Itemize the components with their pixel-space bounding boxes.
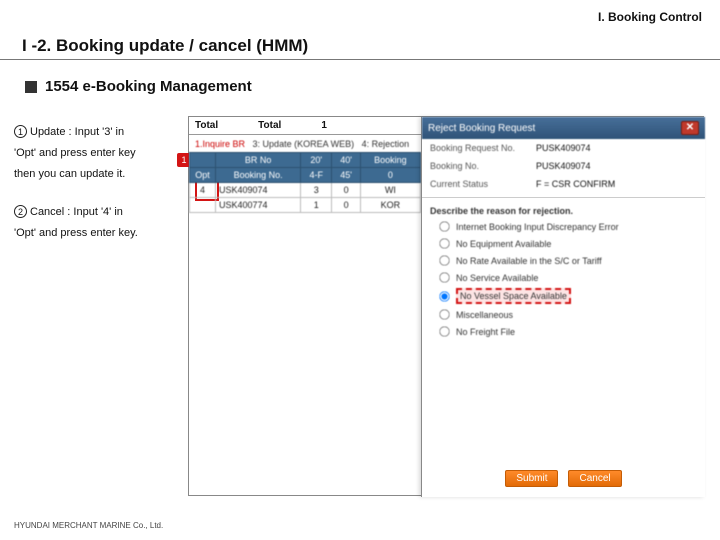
value: F = CSR CONFIRM (536, 179, 615, 189)
opt-cell[interactable]: 4 (190, 183, 216, 198)
reason-label: No Rate Available in the S/C or Tariff (456, 256, 602, 266)
note-word: Update : (30, 126, 72, 138)
subhead-row: 1554 e-Booking Management (25, 78, 252, 95)
instruction-cancel: 2Cancel : Input '4' in 'Opt' and press e… (14, 202, 179, 244)
kv-row: Booking Request No. PUSK409074 (422, 139, 705, 157)
table-header-row: BR No 20' 40' Booking (190, 153, 421, 168)
note-text: Input '4' in (73, 206, 122, 218)
col-placeholder (190, 153, 216, 168)
br-cell: USK409074 (216, 183, 301, 198)
page-title: I -2. Booking update / cancel (HMM) (22, 36, 308, 56)
col-45: 45' (332, 168, 360, 183)
note-word: Cancel : (30, 206, 70, 218)
col-booking: Booking (360, 153, 420, 168)
list-pane: Total Total 1 1.Inquire BR 3: Update (KO… (189, 117, 421, 495)
footer: HYUNDAI MERCHANT MARINE Co., Ltd. (14, 521, 163, 530)
c40-cell: 0 (332, 198, 360, 213)
col-br: BR No (216, 153, 301, 168)
circled-number-icon: 1 (14, 125, 27, 138)
table-row[interactable]: USK400774 1 0 KOR (190, 198, 421, 213)
booking-table: BR No 20' 40' Booking Opt Booking No. 4-… (189, 152, 421, 213)
radio-icon[interactable] (439, 221, 449, 231)
screenshot-frame: 1 2 Total Total 1 1.Inquire BR 3: Update… (188, 116, 704, 496)
circled-number-icon: 2 (14, 205, 27, 218)
reason-label: No Equipment Available (456, 239, 551, 249)
col-bkno: Booking No. (216, 168, 301, 183)
reject-dialog: Reject Booking Request ✕ Booking Request… (421, 117, 705, 497)
reason-label: Internet Booking Input Discrepancy Error (456, 222, 619, 232)
legend-rejection: 4: Rejection (362, 139, 410, 149)
note-text: 'Opt' and press enter key. (14, 227, 138, 239)
reason-label: Miscellaneous (456, 310, 513, 320)
reason-label: No Freight File (456, 327, 515, 337)
radio-icon[interactable] (439, 272, 449, 282)
kv-row: Booking No. PUSK409074 (422, 157, 705, 175)
value: PUSK409074 (536, 143, 591, 153)
radio-icon[interactable] (439, 255, 449, 265)
describe-heading: Describe the reason for rejection. (422, 202, 705, 218)
table-row[interactable]: 4 USK409074 3 0 WI (190, 183, 421, 198)
chapter-label: I. Booking Control (598, 10, 702, 24)
radio-icon[interactable] (439, 326, 449, 336)
close-icon[interactable]: ✕ (681, 121, 699, 135)
kv-row: Current Status F = CSR CONFIRM (422, 175, 705, 193)
label: Booking No. (430, 161, 530, 171)
dialog-buttons: Submit Cancel (422, 470, 705, 487)
total-mid: Total (258, 120, 281, 131)
total-row: Total Total 1 (189, 117, 421, 135)
submit-button[interactable]: Submit (505, 470, 558, 487)
br-cell: USK400774 (216, 198, 301, 213)
label: Current Status (430, 179, 530, 189)
note-text: Input '3' in (75, 126, 124, 138)
legend-update: 3: Update (KOREA WEB) (253, 139, 355, 149)
reason-option[interactable]: No Freight File (422, 323, 705, 340)
reason-label: No Vessel Space Available (456, 288, 571, 304)
value: PUSK409074 (536, 161, 591, 171)
subhead: 1554 e-Booking Management (45, 78, 252, 95)
c40-cell: 0 (332, 183, 360, 198)
legend-row: 1.Inquire BR 3: Update (KOREA WEB) 4: Re… (189, 135, 421, 152)
radio-icon[interactable] (439, 238, 449, 248)
note-text: 'Opt' and press enter key (14, 147, 136, 159)
legend-inquire: 1.Inquire BR (195, 139, 245, 149)
opt-cell[interactable] (190, 198, 216, 213)
reason-option-selected[interactable]: No Vessel Space Available (422, 286, 705, 306)
reason-option[interactable]: No Service Available (422, 269, 705, 286)
total-value: 1 (321, 120, 327, 131)
reason-label: No Service Available (456, 273, 538, 283)
total-label: Total (195, 120, 218, 131)
col-40: 40' (332, 153, 360, 168)
reason-option[interactable]: Miscellaneous (422, 306, 705, 323)
col-20: 20' (301, 153, 332, 168)
dialog-titlebar: Reject Booking Request ✕ (422, 117, 705, 139)
note-text: then you can update it. (14, 168, 125, 180)
c20-cell: 3 (301, 183, 332, 198)
label: Booking Request No. (430, 143, 530, 153)
col-zero: 0 (360, 168, 420, 183)
table-subheader-row: Opt Booking No. 4-F 45' 0 (190, 168, 421, 183)
reason-option[interactable]: Internet Booking Input Discrepancy Error (422, 218, 705, 235)
radio-icon[interactable] (439, 291, 449, 301)
col-4f: 4-F (301, 168, 332, 183)
title-divider (0, 59, 720, 60)
instruction-update: 1Update : Input '3' in 'Opt' and press e… (14, 122, 179, 185)
bullet-square-icon (25, 81, 37, 93)
divider (422, 197, 705, 198)
reason-option[interactable]: No Rate Available in the S/C or Tariff (422, 252, 705, 269)
col-opt: Opt (190, 168, 216, 183)
c20-cell: 1 (301, 198, 332, 213)
bk-cell: WI (360, 183, 420, 198)
reason-option[interactable]: No Equipment Available (422, 235, 705, 252)
cancel-button[interactable]: Cancel (568, 470, 621, 487)
dialog-title: Reject Booking Request (428, 123, 535, 134)
bk-cell: KOR (360, 198, 420, 213)
radio-icon[interactable] (439, 309, 449, 319)
